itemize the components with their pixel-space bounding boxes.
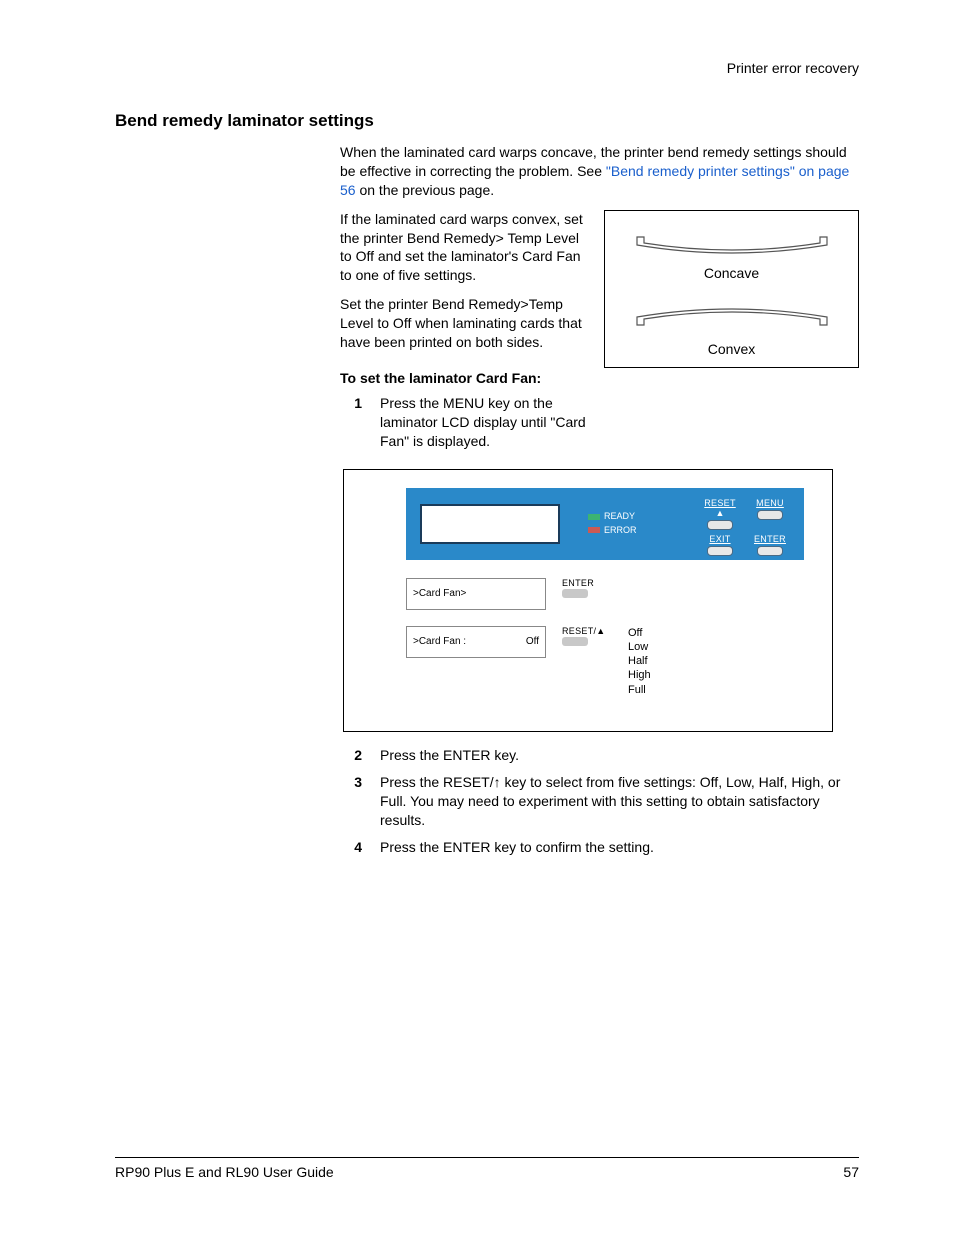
lcd-text-2-left: >Card Fan : [413,636,466,647]
page-number: 57 [843,1164,859,1180]
concave-icon [632,229,832,259]
led-error-icon [588,527,600,533]
key-hint-reset: RESET/▲ [562,626,616,636]
menu-state-1: >Card Fan> ENTER [406,578,804,610]
option-off: Off [628,626,651,640]
lcd-button-cluster: RESET ▲ MENU EXIT [700,498,790,560]
step-text: Press the MENU key on the laminator LCD … [380,394,586,451]
exit-button [707,546,733,556]
lcd-diagram: READY ERROR RESET ▲ MENU [343,469,833,732]
menu-button-label: MENU [750,498,790,508]
concave-label: Concave [621,265,842,281]
step-4: 4 Press the ENTER key to confirm the set… [340,838,859,857]
page-footer: RP90 Plus E and RL90 User Guide 57 [115,1157,859,1180]
led-group: READY ERROR [588,510,637,537]
convex-icon [632,305,832,335]
step-2: 2 Press the ENTER key. [340,746,859,765]
lcd-screen [420,504,560,544]
up-arrow-icon: ▲ [716,508,725,518]
option-high: High [628,668,651,682]
procedure-heading: To set the laminator Card Fan: [340,370,586,386]
step-text: Press the ENTER key. [380,746,859,765]
step-number: 3 [340,773,380,830]
lcd-panel: READY ERROR RESET ▲ MENU [406,488,804,560]
step-number: 1 [340,394,380,451]
led-error-label: ERROR [604,524,637,538]
footer-title: RP90 Plus E and RL90 User Guide [115,1164,334,1180]
card-warp-diagram: Concave Convex [604,210,859,368]
p1-text-b: on the previous page. [356,182,495,198]
option-low: Low [628,640,651,654]
led-ready-label: READY [604,510,635,524]
step-text: Press the ENTER key to confirm the setti… [380,838,859,857]
enter-button-label: ENTER [750,534,790,544]
running-header: Printer error recovery [115,60,859,76]
option-half: Half [628,654,651,668]
exit-button-label: EXIT [700,534,740,544]
paragraph-2: If the laminated card warps convex, set … [340,210,586,286]
paragraph-1: When the laminated card warps concave, t… [340,143,859,200]
step-text: Press the RESET/↑ key to select from fiv… [380,773,859,830]
reset-button-label: RESET [704,498,736,508]
key-hint-enter: ENTER [562,578,616,588]
convex-label: Convex [621,341,842,357]
step-number: 2 [340,746,380,765]
step-3: 3 Press the RESET/↑ key to select from f… [340,773,859,830]
lcd-readout-2: >Card Fan : Off [406,626,546,658]
section-heading: Bend remedy laminator settings [115,111,859,131]
led-ready-icon [588,514,600,520]
enter-button [757,546,783,556]
reset-button [707,520,733,530]
key-icon [562,589,588,598]
option-list: Off Low Half High Full [628,626,651,697]
option-full: Full [628,683,651,697]
menu-button [757,510,783,520]
paragraph-3: Set the printer Bend Remedy>Temp Level t… [340,295,586,352]
lcd-text-1: >Card Fan> [413,588,466,599]
step-1: 1 Press the MENU key on the laminator LC… [340,394,586,451]
lcd-readout-1: >Card Fan> [406,578,546,610]
key-icon [562,637,588,646]
menu-state-2: >Card Fan : Off RESET/▲ Off Low Half Hig… [406,626,804,697]
step-number: 4 [340,838,380,857]
lcd-text-2-right: Off [526,636,539,647]
